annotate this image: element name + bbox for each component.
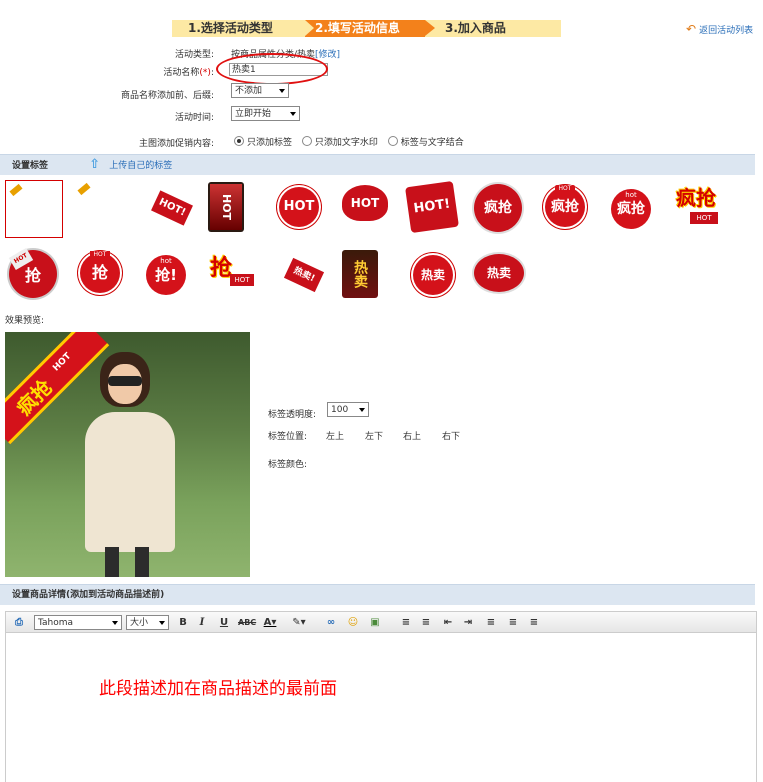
radio-icon [301,136,312,146]
step-arrow [425,20,435,36]
mini-ribbon-icon [77,182,91,196]
position-bottom-left[interactable]: 左下 [365,429,383,442]
chevron-down-icon [359,408,365,412]
details-section-title: 设置商品详情(添加到活动商品描述前) [12,590,165,600]
model-leg [135,547,149,577]
underline-icon[interactable]: U [217,612,231,634]
outdent-icon[interactable]: ⇤ [441,612,455,634]
chevron-down-icon [290,112,296,116]
chevron-down-icon [112,621,118,625]
tag-option[interactable]: HOT [342,185,390,227]
tags-section-bar: 设置标签 ⇧ 上传自己的标签 [0,154,755,175]
tag-option[interactable]: 热卖! [275,250,325,298]
editor-toolbar: ⎙ Tahoma 大小 B I U ABC A▾ ✎▾ ∞ ☺ ▣ ≡ ≡ ⇤ … [5,611,757,633]
tag-option[interactable]: 热卖 [342,250,378,298]
font-size-select[interactable]: 大小 [126,615,169,630]
bold-icon[interactable]: B [176,612,190,634]
color-label: 标签颜色: [268,460,308,470]
font-family-select[interactable]: Tahoma [34,615,122,630]
link-icon[interactable]: ∞ [324,612,338,634]
tag-option-selected[interactable] [5,180,63,238]
promo-label: 主图添加促销内容: [138,139,214,149]
model-leg [105,547,119,577]
tag-option[interactable]: HOT [208,182,244,232]
chevron-down-icon [159,621,165,625]
tags-section-title: 设置标签 [12,161,49,171]
align-left-icon[interactable]: ≡ [484,612,498,634]
back-link[interactable]: ↶ 返回活动列表 [686,22,753,36]
details-section-bar: 设置商品详情(添加到活动商品描述前) [0,584,755,605]
prefix-select[interactable]: 不添加 [231,83,289,98]
time-select[interactable]: 立即开始 [231,106,300,121]
position-top-right[interactable]: 右上 [403,429,421,442]
time-label: 活动时间: [174,113,214,123]
name-label: 活动名称(*): [163,68,214,78]
upload-tag-link[interactable]: 上传自己的标签 [109,161,172,171]
step-2: 2.填写活动信息 [305,20,425,37]
chevron-down-icon [279,89,285,93]
type-label: 活动类型: [174,50,214,60]
sunglasses [108,376,142,386]
italic-icon[interactable]: I [195,612,209,634]
tag-option[interactable]: 疯抢 HOT [674,182,722,226]
highlight-circle [216,53,328,85]
position-top-left[interactable]: 左上 [326,429,344,442]
tag-option[interactable]: 抢 HOT [8,247,57,298]
tag-option[interactable]: 抢 HOT [208,248,256,298]
tag-option[interactable]: 疯抢 HOT [540,182,590,232]
promo-radio-label-only[interactable]: 只添加标签 [234,136,292,148]
tag-option[interactable]: 热卖 [474,254,524,292]
image-icon[interactable]: ▣ [368,612,382,634]
prefix-label: 商品名称添加前、后缀: [120,91,214,101]
position-label: 标签位置: [268,432,308,442]
promo-options: 只添加标签 只添加文字水印 标签与文字结合 [234,135,464,148]
unordered-list-icon[interactable]: ≡ [419,612,433,634]
tag-option[interactable]: 抢 HOT [75,248,125,298]
type-edit-link[interactable]: [修改] [315,50,340,60]
align-center-icon[interactable]: ≡ [506,612,520,634]
align-right-icon[interactable]: ≡ [527,612,541,634]
tag-option[interactable]: HOT [274,182,324,232]
radio-icon [234,136,244,146]
mini-ribbon-icon [9,183,23,197]
step-1: 1.选择活动类型 [172,20,305,37]
highlight-icon[interactable]: ✎▾ [288,612,310,634]
tag-option[interactable] [72,180,130,238]
upload-icon: ⇧ [89,157,101,172]
indent-icon[interactable]: ⇥ [461,612,475,634]
radio-icon [387,136,398,146]
editor-body[interactable]: 此段描述加在商品描述的最前面 [5,633,757,782]
source-icon[interactable]: ⎙ [12,612,26,634]
strikethrough-icon[interactable]: ABC [238,612,256,634]
text-color-icon[interactable]: A▾ [260,612,280,634]
steps-bar: 1.选择活动类型 2.填写活动信息 3.加入商品 [172,20,561,37]
emoticon-icon[interactable]: ☺ [346,612,360,634]
model-coat [85,412,175,552]
preview-label: 效果预览: [5,316,45,326]
tag-option[interactable]: 抢! hot [141,250,191,300]
opacity-select[interactable]: 100 [327,402,369,417]
promo-radio-watermark-only[interactable]: 只添加文字水印 [301,136,378,148]
step-3: 3.加入商品 [425,20,561,37]
editor-text: 此段描述加在商品描述的最前面 [99,679,337,699]
preview-image: 疯抢 HOT [5,332,250,577]
promo-radio-combined[interactable]: 标签与文字结合 [387,136,464,148]
ordered-list-icon[interactable]: ≡ [399,612,413,634]
tag-option[interactable]: HOT! [405,180,459,234]
step-arrow [305,20,314,36]
return-arrow-icon: ↶ [686,22,697,36]
tag-option[interactable]: 疯抢 [474,184,522,232]
opacity-label: 标签透明度: [268,410,317,420]
position-bottom-right[interactable]: 右下 [442,429,460,442]
tag-option[interactable]: HOT! [140,183,193,231]
tag-option[interactable]: 热卖 [408,250,458,300]
tag-option[interactable]: 疯抢 hot [606,184,656,234]
